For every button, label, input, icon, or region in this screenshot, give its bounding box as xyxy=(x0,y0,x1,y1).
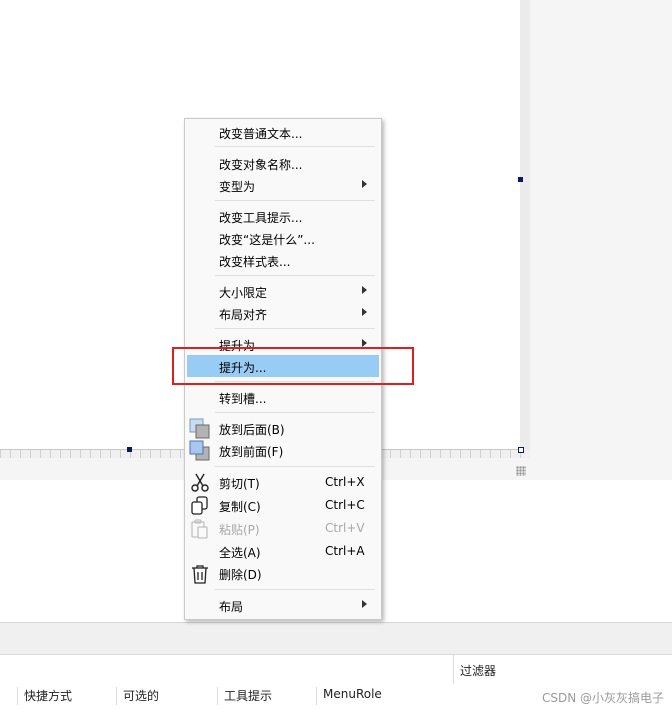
menu-item-shortcut: Ctrl+C xyxy=(325,498,365,512)
menu-item-label: 转到槽... xyxy=(219,392,267,406)
size-grip-icon[interactable] xyxy=(516,466,526,476)
menu-separator xyxy=(215,275,375,276)
column-header-menurole[interactable]: MenuRole xyxy=(316,687,382,705)
bring-to-front-icon xyxy=(189,440,211,462)
menu-item-cut[interactable]: 剪切(T) Ctrl+X xyxy=(187,471,379,493)
dock-title-bar xyxy=(0,622,672,655)
submenu-arrow-icon xyxy=(362,286,367,294)
menu-item-change-whats-this[interactable]: 改变“这是什么”... xyxy=(187,227,379,249)
resize-handle-corner[interactable] xyxy=(518,447,524,453)
menu-item-label: 复制(C) xyxy=(219,500,261,514)
menu-item-bring-to-front[interactable]: 放到前面(F) xyxy=(187,439,379,461)
menu-item-select-all[interactable]: 全选(A) Ctrl+A xyxy=(187,540,379,562)
trash-icon xyxy=(189,563,211,585)
send-to-back-icon xyxy=(189,418,211,440)
menu-separator xyxy=(215,466,375,467)
menu-item-label: 粘贴(P) xyxy=(219,523,260,537)
menu-item-label: 改变普通文本... xyxy=(219,127,303,141)
menu-item-label: 布局对齐 xyxy=(219,308,268,322)
menu-item-label: 放到前面(F) xyxy=(219,445,284,459)
menu-item-label: 大小限定 xyxy=(219,286,268,300)
menu-item-morph-into[interactable]: 变型为 xyxy=(187,174,379,196)
column-header-shortcut[interactable]: 快捷方式 xyxy=(17,687,72,705)
watermark: CSDN @小灰灰搞电子 xyxy=(541,691,664,705)
column-header-checkable[interactable]: 可选的 xyxy=(116,687,159,705)
annotation-highlight-box xyxy=(172,347,414,385)
menu-item-delete[interactable]: 删除(D) xyxy=(187,562,379,584)
menu-item-change-stylesheet[interactable]: 改变样式表... xyxy=(187,249,379,271)
resize-handle-bottom[interactable] xyxy=(127,447,132,452)
submenu-arrow-icon xyxy=(362,600,367,608)
menu-item-label: 删除(D) xyxy=(219,568,262,582)
filter-label: 过滤器 xyxy=(460,664,497,678)
menu-item-shortcut: Ctrl+X xyxy=(325,475,365,489)
menu-item-size-constraints[interactable]: 大小限定 xyxy=(187,280,379,302)
menu-item-layout-alignment[interactable]: 布局对齐 xyxy=(187,302,379,324)
resize-handle-right[interactable] xyxy=(518,177,523,182)
menu-separator xyxy=(215,589,375,590)
action-editor-row xyxy=(0,706,672,718)
menu-item-label: 改变对象名称... xyxy=(219,158,303,172)
menu-separator xyxy=(215,146,375,147)
menu-separator xyxy=(215,328,375,329)
scissors-icon xyxy=(189,472,211,494)
menu-item-paste[interactable]: 粘贴(P) Ctrl+V xyxy=(187,517,379,539)
menu-item-shortcut: Ctrl+A xyxy=(325,544,365,558)
menu-item-label: 变型为 xyxy=(219,180,256,194)
menu-item-change-text[interactable]: 改变普通文本... xyxy=(187,121,379,143)
submenu-arrow-icon xyxy=(362,339,367,347)
filter-bar: 过滤器 xyxy=(0,654,672,685)
menu-item-label: 剪切(T) xyxy=(219,477,260,491)
menu-item-label: 改变“这是什么”... xyxy=(219,233,315,247)
paste-icon xyxy=(189,518,211,540)
submenu-arrow-icon xyxy=(362,180,367,188)
canvas-border xyxy=(520,0,530,450)
column-header-tooltip[interactable]: 工具提示 xyxy=(217,687,272,705)
menu-item-label: 全选(A) xyxy=(219,546,261,560)
menu-item-shortcut: Ctrl+V xyxy=(325,521,365,535)
menu-item-layout[interactable]: 布局 xyxy=(187,594,379,616)
menu-item-label: 布局 xyxy=(219,600,244,614)
menu-item-change-tooltip[interactable]: 改变工具提示... xyxy=(187,205,379,227)
menu-separator xyxy=(215,200,375,201)
menu-item-label: 改变工具提示... xyxy=(219,211,303,225)
copy-icon xyxy=(189,495,211,517)
menu-separator xyxy=(215,412,375,413)
menu-item-go-to-slot[interactable]: 转到槽... xyxy=(187,386,379,408)
submenu-arrow-icon xyxy=(362,308,367,316)
menu-item-change-object-name[interactable]: 改变对象名称... xyxy=(187,152,379,174)
menu-item-copy[interactable]: 复制(C) Ctrl+C xyxy=(187,494,379,516)
menu-item-label: 改变样式表... xyxy=(219,255,291,269)
menu-item-label: 放到后面(B) xyxy=(219,423,285,437)
menu-item-send-to-back[interactable]: 放到后面(B) xyxy=(187,417,379,439)
